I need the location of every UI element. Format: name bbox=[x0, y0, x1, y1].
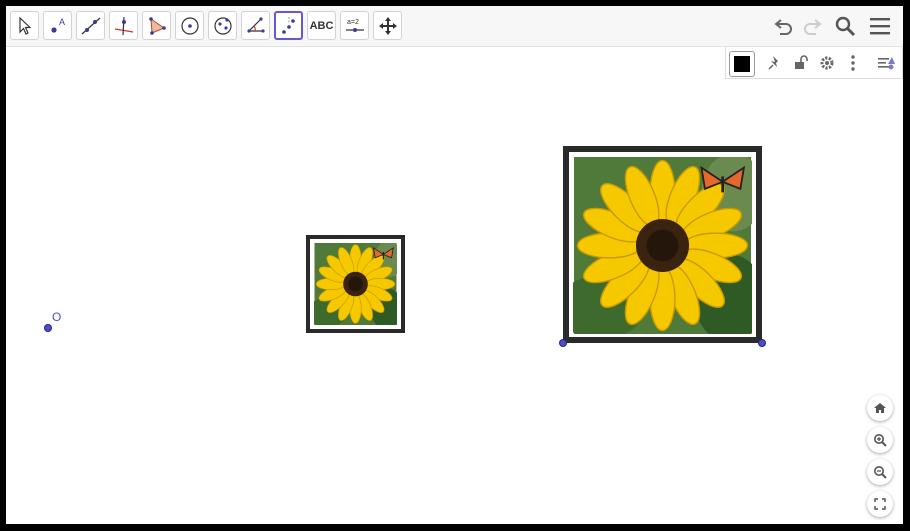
polygon-icon bbox=[148, 16, 166, 35]
corner-point-right[interactable] bbox=[758, 339, 766, 347]
ellipse-icon bbox=[213, 16, 232, 35]
corner-point-left[interactable] bbox=[559, 339, 567, 347]
line-tool-button[interactable] bbox=[76, 11, 105, 40]
menu-icon bbox=[870, 18, 890, 35]
line-icon bbox=[81, 17, 100, 34]
point-o-label: O bbox=[52, 310, 62, 324]
search-button[interactable] bbox=[832, 13, 858, 39]
redo-button[interactable] bbox=[799, 13, 825, 39]
text-tool-label: ABC bbox=[309, 19, 334, 32]
move-view-tool-button[interactable] bbox=[373, 11, 402, 40]
toolbar: A ABC a=2 bbox=[6, 6, 903, 47]
sunflower-icon bbox=[573, 157, 752, 334]
slider-icon: a=2 bbox=[345, 19, 364, 32]
reflect-tool-button[interactable] bbox=[274, 11, 303, 40]
point-tool-button[interactable]: A bbox=[43, 11, 72, 40]
home-icon bbox=[874, 403, 886, 413]
point-tool-label: A bbox=[59, 17, 65, 27]
point-icon: A bbox=[50, 17, 65, 33]
large-sunflower-image[interactable] bbox=[563, 146, 762, 343]
undo-button[interactable] bbox=[771, 13, 797, 39]
circle-icon bbox=[180, 16, 199, 35]
search-icon bbox=[835, 16, 856, 37]
point-o[interactable] bbox=[44, 324, 52, 332]
fullscreen-icon bbox=[874, 498, 886, 510]
main-menu-button[interactable] bbox=[867, 13, 893, 39]
move-tool-button[interactable] bbox=[10, 11, 39, 40]
redo-icon bbox=[804, 19, 822, 35]
slider-tool-label: a=2 bbox=[347, 19, 359, 26]
arrow-cursor-icon bbox=[18, 16, 32, 35]
circle-tool-button[interactable] bbox=[175, 11, 204, 40]
slider-tool-button[interactable]: a=2 bbox=[340, 11, 369, 40]
perpendicular-line-tool-button[interactable] bbox=[109, 11, 138, 40]
angle-icon bbox=[246, 16, 265, 33]
reflect-icon bbox=[281, 16, 295, 34]
fullscreen-button[interactable] bbox=[867, 491, 893, 517]
zoom-in-button[interactable] bbox=[867, 427, 893, 453]
polygon-tool-button[interactable] bbox=[142, 11, 171, 40]
graphics-view[interactable]: O bbox=[6, 47, 903, 524]
small-sunflower-photo bbox=[314, 243, 397, 325]
perpendicular-icon bbox=[114, 16, 133, 35]
large-sunflower-photo bbox=[573, 157, 752, 334]
small-sunflower-image[interactable] bbox=[306, 235, 405, 333]
zoom-out-icon bbox=[874, 466, 887, 479]
text-tool-button[interactable]: ABC bbox=[307, 11, 336, 40]
angle-tool-button[interactable] bbox=[241, 11, 270, 40]
sunflower-icon bbox=[314, 243, 397, 325]
zoom-in-icon bbox=[874, 434, 887, 447]
move-view-icon bbox=[378, 16, 397, 35]
conic-tool-button[interactable] bbox=[208, 11, 237, 40]
home-button[interactable] bbox=[867, 395, 893, 421]
geogebra-app: A ABC a=2 O bbox=[6, 6, 903, 524]
undo-icon bbox=[774, 19, 792, 35]
zoom-out-button[interactable] bbox=[867, 459, 893, 485]
